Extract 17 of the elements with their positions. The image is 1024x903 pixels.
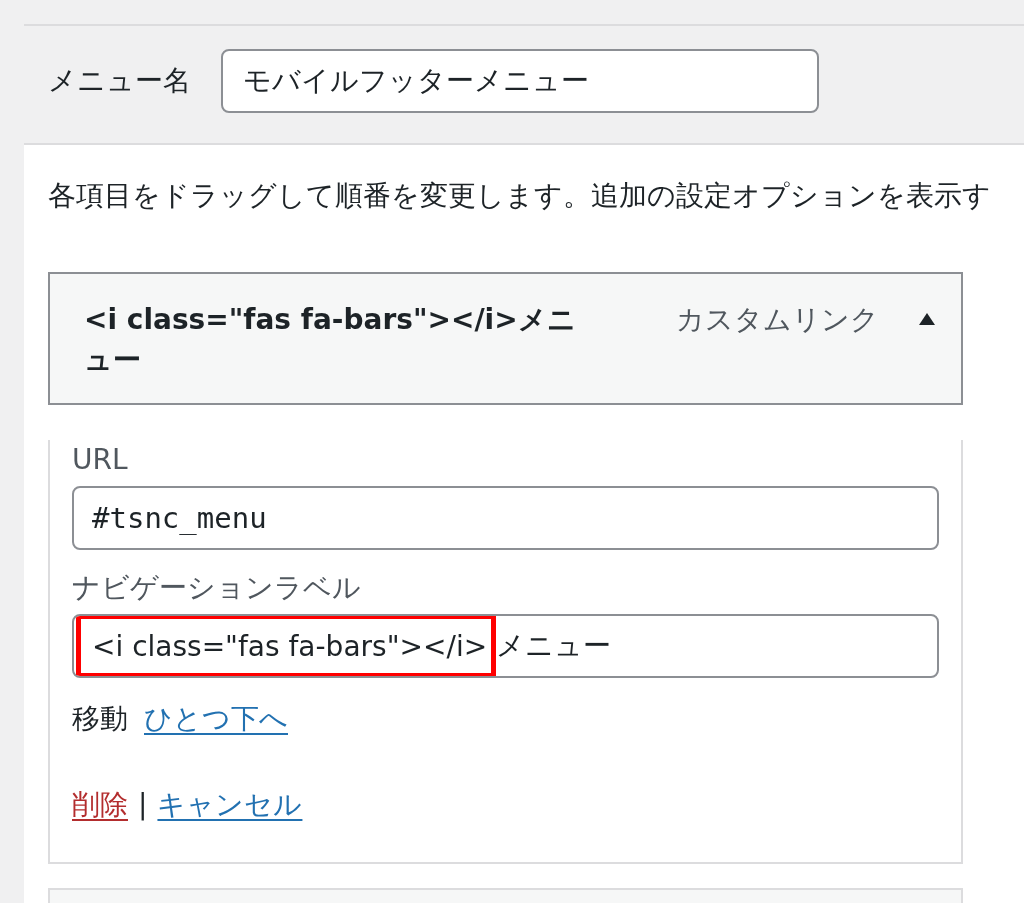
menu-item-title: <i class="fas fa-bars"></i>メニュー [84, 302, 577, 378]
instructions-text: 各項目をドラッグして順番を変更します。追加の設定オプションを表示す [48, 178, 992, 214]
field-label: ナビゲーションラベル [72, 570, 362, 606]
field-label: URL [72, 442, 129, 478]
menu-name-field[interactable]: モバイルフッターメニュー [221, 49, 819, 113]
menu-item-type: カスタムリンク [676, 302, 879, 338]
cancel-link[interactable]: キャンセル [157, 785, 303, 825]
url-field[interactable]: #tsnc_menu [72, 486, 939, 550]
move-label: 移動 [72, 701, 128, 737]
move-down-link[interactable]: ひとつ下へ [144, 699, 288, 739]
delete-link[interactable]: 削除 [72, 785, 128, 825]
menu-item-header[interactable]: <i class="fas fa-bars"></i>メニュー カスタムリンク [48, 272, 963, 405]
navigation-label-field[interactable]: <i class="fas fa-bars"></i> メニュー [72, 614, 939, 678]
menu-name-label: メニュー名 [48, 63, 191, 99]
caret-up-icon[interactable] [919, 313, 935, 325]
separator-text: | [138, 787, 148, 823]
highlighted-code-text: <i class="fas fa-bars"></i> [76, 616, 497, 676]
